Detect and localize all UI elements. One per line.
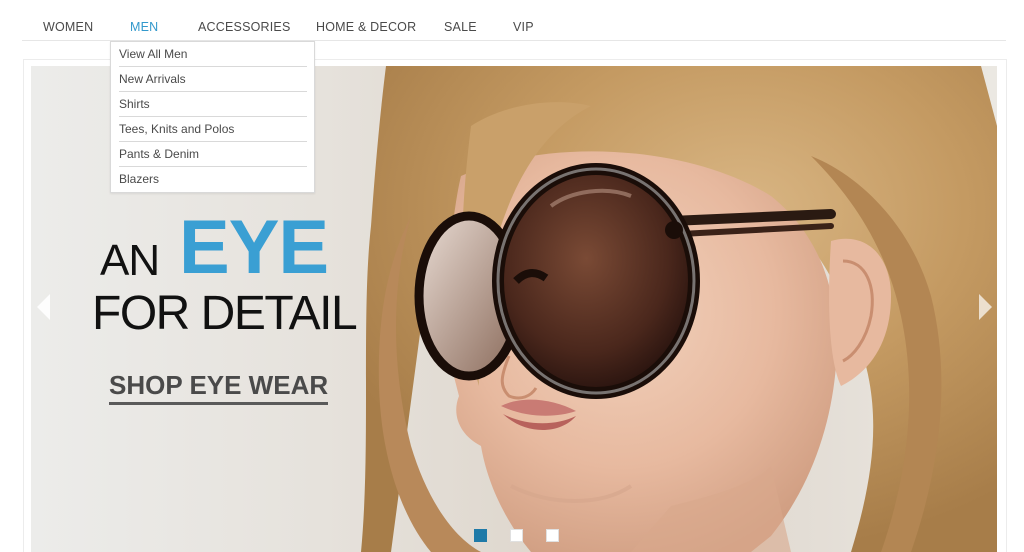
nav-item-men[interactable]: MEN <box>130 20 158 34</box>
headline-an: AN <box>100 236 160 285</box>
menu-item-view-all-men[interactable]: View All Men <box>119 42 307 67</box>
headline-for-detail: FOR DETAIL <box>92 287 358 340</box>
headline-eye: EYE <box>179 205 329 290</box>
menu-item-blazers[interactable]: Blazers <box>119 167 307 192</box>
menu-item-shirts[interactable]: Shirts <box>119 92 307 117</box>
nav-item-accessories[interactable]: ACCESSORIES <box>198 20 291 34</box>
main-navigation: WOMEN MEN ACCESSORIES HOME & DECOR SALE … <box>22 0 1006 41</box>
shop-eye-wear-link[interactable]: SHOP EYE WEAR <box>109 370 329 405</box>
slide-dot-3[interactable] <box>546 529 559 542</box>
nav-item-sale[interactable]: SALE <box>444 20 477 34</box>
menu-item-new-arrivals[interactable]: New Arrivals <box>119 67 307 92</box>
menu-item-pants-denim[interactable]: Pants & Denim <box>119 142 307 167</box>
chevron-left-icon[interactable] <box>34 292 54 322</box>
nav-item-vip[interactable]: VIP <box>513 20 534 34</box>
slide-dot-1[interactable] <box>474 529 487 542</box>
menu-item-tees-knits-polos[interactable]: Tees, Knits and Polos <box>119 117 307 142</box>
men-dropdown-menu: View All Men New Arrivals Shirts Tees, K… <box>110 41 315 193</box>
nav-item-home-decor[interactable]: HOME & DECOR <box>316 20 416 34</box>
chevron-right-icon[interactable] <box>975 292 995 322</box>
nav-item-women[interactable]: WOMEN <box>43 20 93 34</box>
slide-dot-2[interactable] <box>510 529 523 542</box>
